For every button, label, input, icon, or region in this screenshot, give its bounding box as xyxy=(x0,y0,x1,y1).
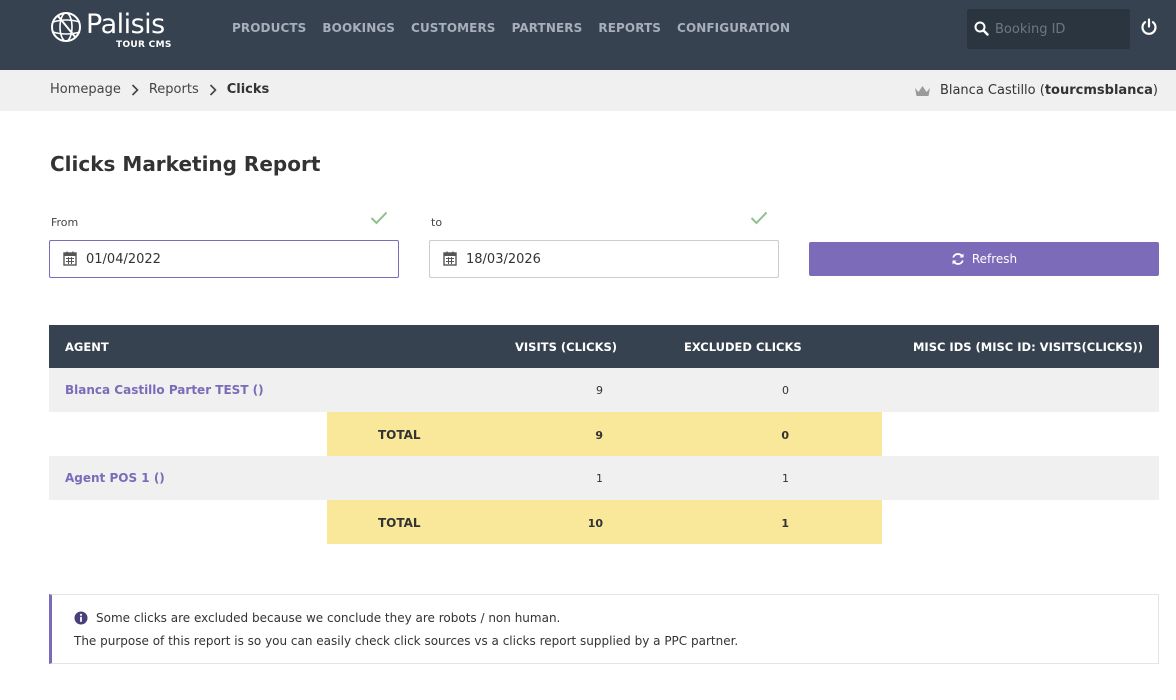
note-line-2: The purpose of this report is so you can… xyxy=(74,634,739,648)
col-misc-ids: MISC IDS (MISC ID: VISITS(CLICKS)) xyxy=(912,340,1143,354)
user-info[interactable]: Blanca Castillo (tourcmsblanca) xyxy=(914,83,1158,98)
booking-id-input[interactable] xyxy=(995,19,1123,39)
booking-search xyxy=(967,9,1130,49)
total-label: TOTAL xyxy=(378,516,421,530)
info-icon xyxy=(74,611,88,625)
calendar-icon xyxy=(443,251,457,266)
total-row: TOTAL 9 0 xyxy=(49,412,1159,456)
calendar-icon xyxy=(63,251,77,266)
chevron-right-icon xyxy=(209,83,217,96)
total-visits: 9 xyxy=(595,429,603,442)
nav-customers[interactable]: CUSTOMERS xyxy=(411,21,496,35)
globe-logo-icon xyxy=(51,12,81,42)
table-row: Agent POS 1 () 1 1 xyxy=(49,456,1159,500)
refresh-button[interactable]: Refresh xyxy=(809,242,1159,276)
note-line-1: Some clicks are excluded because we conc… xyxy=(96,611,561,625)
total-row: TOTAL 10 1 xyxy=(49,500,1159,544)
nav-partners[interactable]: PARTNERS xyxy=(512,21,583,35)
palisis-logo[interactable]: Palisis TOUR CMS xyxy=(50,9,180,53)
from-date-value: 01/04/2022 xyxy=(86,252,161,267)
excluded-cell: 0 xyxy=(782,384,789,397)
breadcrumb-reports[interactable]: Reports xyxy=(149,82,199,97)
total-label: TOTAL xyxy=(378,428,421,442)
user-username: tourcmsblanca xyxy=(1044,83,1153,98)
page-title: Clicks Marketing Report xyxy=(50,152,321,176)
excluded-cell: 1 xyxy=(782,472,789,485)
from-date-input[interactable]: 01/04/2022 xyxy=(49,240,399,278)
to-date-value: 18/03/2026 xyxy=(466,252,541,267)
total-excluded: 1 xyxy=(781,517,789,530)
table-row: Blanca Castillo Parter TEST () 9 0 xyxy=(49,368,1159,412)
breadcrumb-current: Clicks xyxy=(226,82,270,97)
col-excluded: EXCLUDED CLICKS xyxy=(684,340,802,354)
agent-link[interactable]: Blanca Castillo Parter TEST () xyxy=(65,383,264,397)
breadcrumb: Homepage Reports Clicks xyxy=(50,82,269,97)
main-nav: PRODUCTS BOOKINGS CUSTOMERS PARTNERS REP… xyxy=(232,21,806,35)
info-note: Some clicks are excluded because we conc… xyxy=(49,594,1159,664)
total-cell: TOTAL 10 1 xyxy=(327,500,882,544)
refresh-label: Refresh xyxy=(971,252,1018,266)
visits-cell: 9 xyxy=(596,384,603,397)
user-name: Blanca Castillo xyxy=(939,83,1036,98)
power-icon[interactable] xyxy=(1140,18,1158,36)
breadcrumb-homepage[interactable]: Homepage xyxy=(50,82,121,97)
nav-products[interactable]: PRODUCTS xyxy=(232,21,306,35)
nav-bookings[interactable]: BOOKINGS xyxy=(322,21,395,35)
chevron-right-icon xyxy=(131,83,139,96)
check-icon xyxy=(370,211,388,225)
nav-configuration[interactable]: CONFIGURATION xyxy=(677,21,790,35)
total-cell: TOTAL 9 0 xyxy=(327,412,882,456)
agent-link[interactable]: Agent POS 1 () xyxy=(65,471,165,485)
col-agent: AGENT xyxy=(65,340,109,354)
breadcrumb-bar: Homepage Reports Clicks Blanca Castillo … xyxy=(0,70,1176,111)
nav-reports[interactable]: REPORTS xyxy=(598,21,661,35)
table-header: AGENT VISITS (CLICKS) EXCLUDED CLICKS MI… xyxy=(49,325,1159,368)
brand-name: Palisis xyxy=(86,9,165,40)
top-navbar: Palisis TOUR CMS PRODUCTS BOOKINGS CUSTO… xyxy=(0,0,1176,70)
search-icon[interactable] xyxy=(974,21,989,36)
total-visits: 10 xyxy=(587,517,603,530)
to-date-input[interactable]: 18/03/2026 xyxy=(429,240,779,278)
to-label: to xyxy=(431,216,443,229)
total-excluded: 0 xyxy=(781,429,789,442)
clicks-table: AGENT VISITS (CLICKS) EXCLUDED CLICKS MI… xyxy=(49,325,1159,544)
visits-cell: 1 xyxy=(596,472,603,485)
crown-icon xyxy=(914,85,930,96)
from-label: From xyxy=(51,216,79,229)
refresh-icon xyxy=(952,253,964,265)
col-visits: VISITS (CLICKS) xyxy=(515,340,618,354)
check-icon xyxy=(750,211,768,225)
brand-subtitle: TOUR CMS xyxy=(116,40,172,50)
